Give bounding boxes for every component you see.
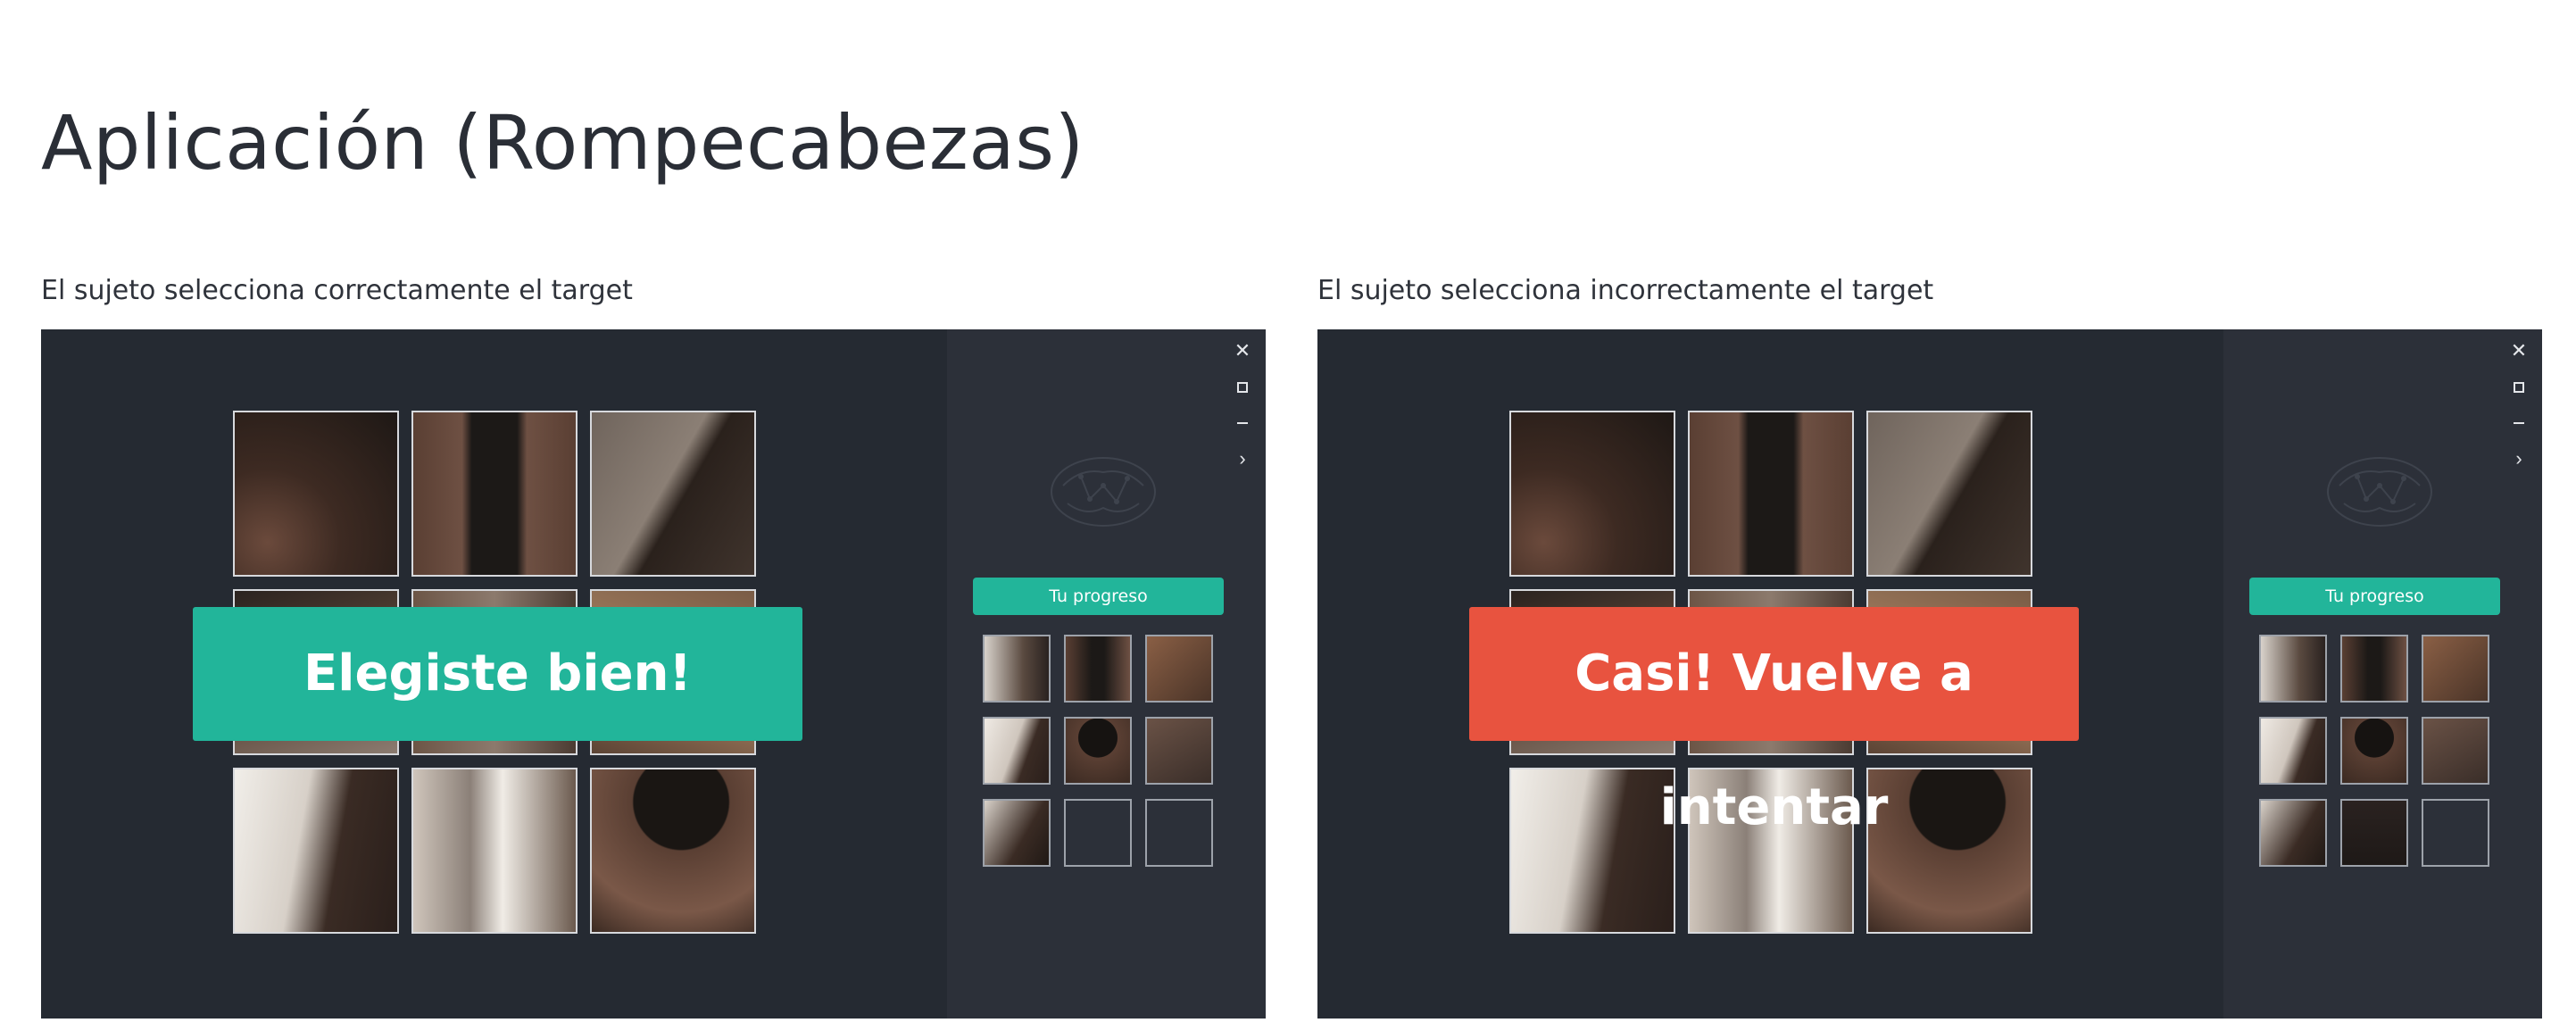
puzzle-tile[interactable] <box>411 768 578 934</box>
progress-piece-filled <box>2259 799 2327 867</box>
app-screen-correct: ✕ › Tu progreso Elegiste bien! <box>41 329 1266 1019</box>
close-icon[interactable]: ✕ <box>2510 341 2528 361</box>
puzzle-tile[interactable] <box>1866 768 2032 934</box>
progress-piece-filled <box>2340 717 2408 785</box>
puzzle-tile[interactable] <box>1688 411 1854 577</box>
progress-piece-filled <box>2340 635 2408 703</box>
page-title: Aplicación (Rompecabezas) <box>41 99 1084 187</box>
progress-piece-empty <box>1145 799 1213 867</box>
minimize-icon[interactable] <box>1234 414 1251 432</box>
maximize-icon[interactable] <box>2510 378 2528 396</box>
progress-piece-filled <box>1145 635 1213 703</box>
sidebar: ✕ › Tu progreso <box>2223 329 2542 1019</box>
feedback-banner-incorrect: Casi! Vuelve a intentar <box>1469 607 2079 836</box>
progress-piece-filled <box>2422 717 2489 785</box>
puzzle-tile[interactable] <box>233 411 399 577</box>
progress-piece-filled <box>1145 717 1213 785</box>
caption-correct: El sujeto selecciona correctamente el ta… <box>41 275 633 306</box>
progress-button[interactable]: Tu progreso <box>2249 578 2500 615</box>
maximize-icon[interactable] <box>1234 378 1251 396</box>
progress-piece-filled <box>2340 799 2408 867</box>
progress-piece-filled <box>983 635 1051 703</box>
progress-piece-filled <box>1064 635 1132 703</box>
puzzle-tile[interactable] <box>1509 411 1675 577</box>
puzzle-tile[interactable] <box>590 411 756 577</box>
puzzle-tile[interactable] <box>233 768 399 934</box>
chevron-right-icon[interactable]: › <box>2510 449 2528 469</box>
app-screen-incorrect: ✕ › Tu progreso Casi! Vuelve a intentar <box>1317 329 2542 1019</box>
caption-incorrect: El sujeto selecciona incorrectamente el … <box>1317 275 1934 306</box>
progress-piece-filled <box>2422 635 2489 703</box>
progress-piece-empty <box>2422 799 2489 867</box>
progress-piece-filled <box>1064 717 1132 785</box>
brain-logo-icon <box>2327 457 2432 527</box>
puzzle-tile[interactable] <box>1509 768 1675 934</box>
sidebar: ✕ › Tu progreso <box>947 329 1266 1019</box>
brain-logo-icon <box>1051 457 1156 527</box>
minimize-icon[interactable] <box>2510 414 2528 432</box>
feedback-banner-correct: Elegiste bien! <box>193 607 802 741</box>
puzzle-tile[interactable] <box>590 768 756 934</box>
progress-piece-filled <box>983 717 1051 785</box>
progress-piece-filled <box>983 799 1051 867</box>
progress-piece-filled <box>2259 717 2327 785</box>
chevron-right-icon[interactable]: › <box>1234 449 1251 469</box>
close-icon[interactable]: ✕ <box>1234 341 1251 361</box>
puzzle-tile[interactable] <box>1866 411 2032 577</box>
progress-piece-filled <box>2259 635 2327 703</box>
progress-piece-empty <box>1064 799 1132 867</box>
puzzle-tile[interactable] <box>411 411 578 577</box>
progress-button[interactable]: Tu progreso <box>973 578 1224 615</box>
